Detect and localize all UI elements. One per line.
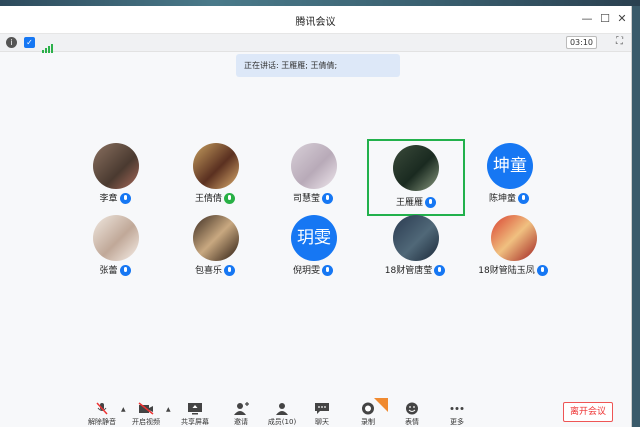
more-icon bbox=[450, 407, 464, 410]
share-screen-icon bbox=[188, 403, 202, 415]
avatar: 玥雯 bbox=[291, 215, 337, 261]
participant-name: 18财管陆玉凤 bbox=[478, 266, 535, 276]
mic-icon bbox=[434, 265, 446, 276]
avatar: 坤童 bbox=[487, 143, 533, 189]
participant-tile[interactable]: 包喜乐 bbox=[167, 215, 263, 276]
close-icon[interactable]: ✕ bbox=[615, 12, 629, 25]
members-button[interactable]: 成员(10) bbox=[262, 402, 302, 427]
mic-icon bbox=[518, 193, 529, 204]
fullscreen-icon[interactable]: ⛶ bbox=[616, 36, 623, 47]
window-title: 腾讯会议 bbox=[295, 17, 336, 28]
participant-name: 司慧莹 bbox=[292, 194, 320, 204]
invite-icon bbox=[234, 402, 249, 415]
mic-icon bbox=[119, 193, 131, 204]
info-icon[interactable]: i bbox=[6, 37, 17, 48]
meeting-timer: 03:10 bbox=[565, 36, 597, 49]
participant-tile[interactable]: 玥雯 倪玥雯 bbox=[265, 215, 361, 276]
unmute-button[interactable]: 解除静音 bbox=[82, 402, 122, 427]
camera-off-icon bbox=[138, 402, 154, 415]
participant-name: 陈坤童 bbox=[488, 194, 516, 204]
more-button[interactable]: 更多 bbox=[437, 402, 477, 427]
avatar bbox=[193, 215, 239, 261]
mic-icon bbox=[322, 193, 333, 204]
participant-name: 倪玥雯 bbox=[292, 266, 320, 276]
avatar bbox=[491, 215, 537, 261]
meeting-window: 腾讯会议 — ☐ ✕ i ✓ 03:10 ⛶ 正在讲话: 王雁雁; 王倩倩; 李… bbox=[0, 6, 632, 427]
participant-name: 张蕾 bbox=[99, 266, 118, 276]
avatar bbox=[393, 215, 439, 261]
participant-tile[interactable]: 张蕾 bbox=[67, 215, 163, 276]
minimize-icon[interactable]: — bbox=[580, 12, 594, 25]
emoji-button[interactable]: 表情 bbox=[392, 402, 432, 427]
participant-name: 王倩倩 bbox=[194, 194, 222, 204]
participant-name: 李章 bbox=[99, 194, 118, 204]
speaking-indicator: 正在讲话: 王雁雁; 王倩倩; bbox=[236, 54, 400, 77]
invite-button[interactable]: 邀请 bbox=[221, 402, 261, 427]
video-options-caret-icon[interactable]: ▲ bbox=[166, 406, 171, 413]
emoji-icon bbox=[406, 402, 418, 415]
mic-icon bbox=[224, 193, 235, 204]
participant-name: 王雁雁 bbox=[395, 198, 423, 208]
participant-tile[interactable]: 18财管陆玉凤 bbox=[465, 215, 561, 276]
leave-meeting-button[interactable]: 离开会议 bbox=[563, 402, 613, 422]
members-icon bbox=[276, 403, 288, 415]
signal-icon[interactable] bbox=[42, 38, 53, 57]
maximize-icon[interactable]: ☐ bbox=[598, 12, 612, 25]
audio-options-caret-icon[interactable]: ▲ bbox=[121, 406, 126, 413]
avatar bbox=[93, 143, 139, 189]
meeting-toolbar: 解除静音 ▲ 开启视频 ▲ 共享屏幕 邀请 成员(10) 聊天 录制 表情 更多 bbox=[0, 398, 632, 427]
avatar bbox=[393, 145, 439, 191]
status-bar: i ✓ 03:10 ⛶ bbox=[0, 34, 631, 53]
chat-button[interactable]: 聊天 bbox=[302, 402, 342, 427]
mic-icon bbox=[224, 265, 235, 276]
participant-name: 包喜乐 bbox=[194, 266, 222, 276]
avatar bbox=[193, 143, 239, 189]
mic-muted-icon bbox=[96, 402, 108, 415]
chat-icon bbox=[315, 403, 329, 414]
start-video-button[interactable]: 开启视频 bbox=[126, 402, 166, 427]
participant-tile[interactable]: 司慧莹 bbox=[265, 143, 361, 204]
mic-icon bbox=[119, 265, 131, 276]
mic-icon bbox=[536, 265, 548, 276]
title-bar: 腾讯会议 — ☐ ✕ bbox=[0, 6, 631, 34]
participant-name: 18财管唐莹 bbox=[384, 266, 433, 276]
mic-icon bbox=[425, 197, 436, 208]
mic-icon bbox=[322, 265, 333, 276]
shield-icon[interactable]: ✓ bbox=[24, 37, 35, 48]
participant-tile[interactable]: 坤童 陈坤童 bbox=[461, 143, 557, 204]
avatar bbox=[291, 143, 337, 189]
participant-tile[interactable]: 18财管唐莹 bbox=[367, 215, 463, 276]
record-badge-icon bbox=[374, 398, 388, 412]
participant-tile-active[interactable]: 王雁雁 bbox=[367, 139, 465, 216]
participant-tile[interactable]: 李章 bbox=[67, 143, 163, 204]
avatar bbox=[93, 215, 139, 261]
share-screen-button[interactable]: 共享屏幕 bbox=[175, 402, 215, 427]
participant-tile[interactable]: 王倩倩 bbox=[167, 143, 263, 204]
